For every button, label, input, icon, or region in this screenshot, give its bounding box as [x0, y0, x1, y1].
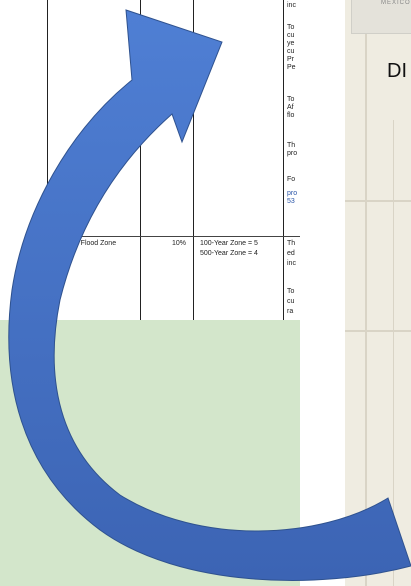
arrow-body [8, 9, 411, 581]
curved-arrow-shape [8, 9, 411, 581]
